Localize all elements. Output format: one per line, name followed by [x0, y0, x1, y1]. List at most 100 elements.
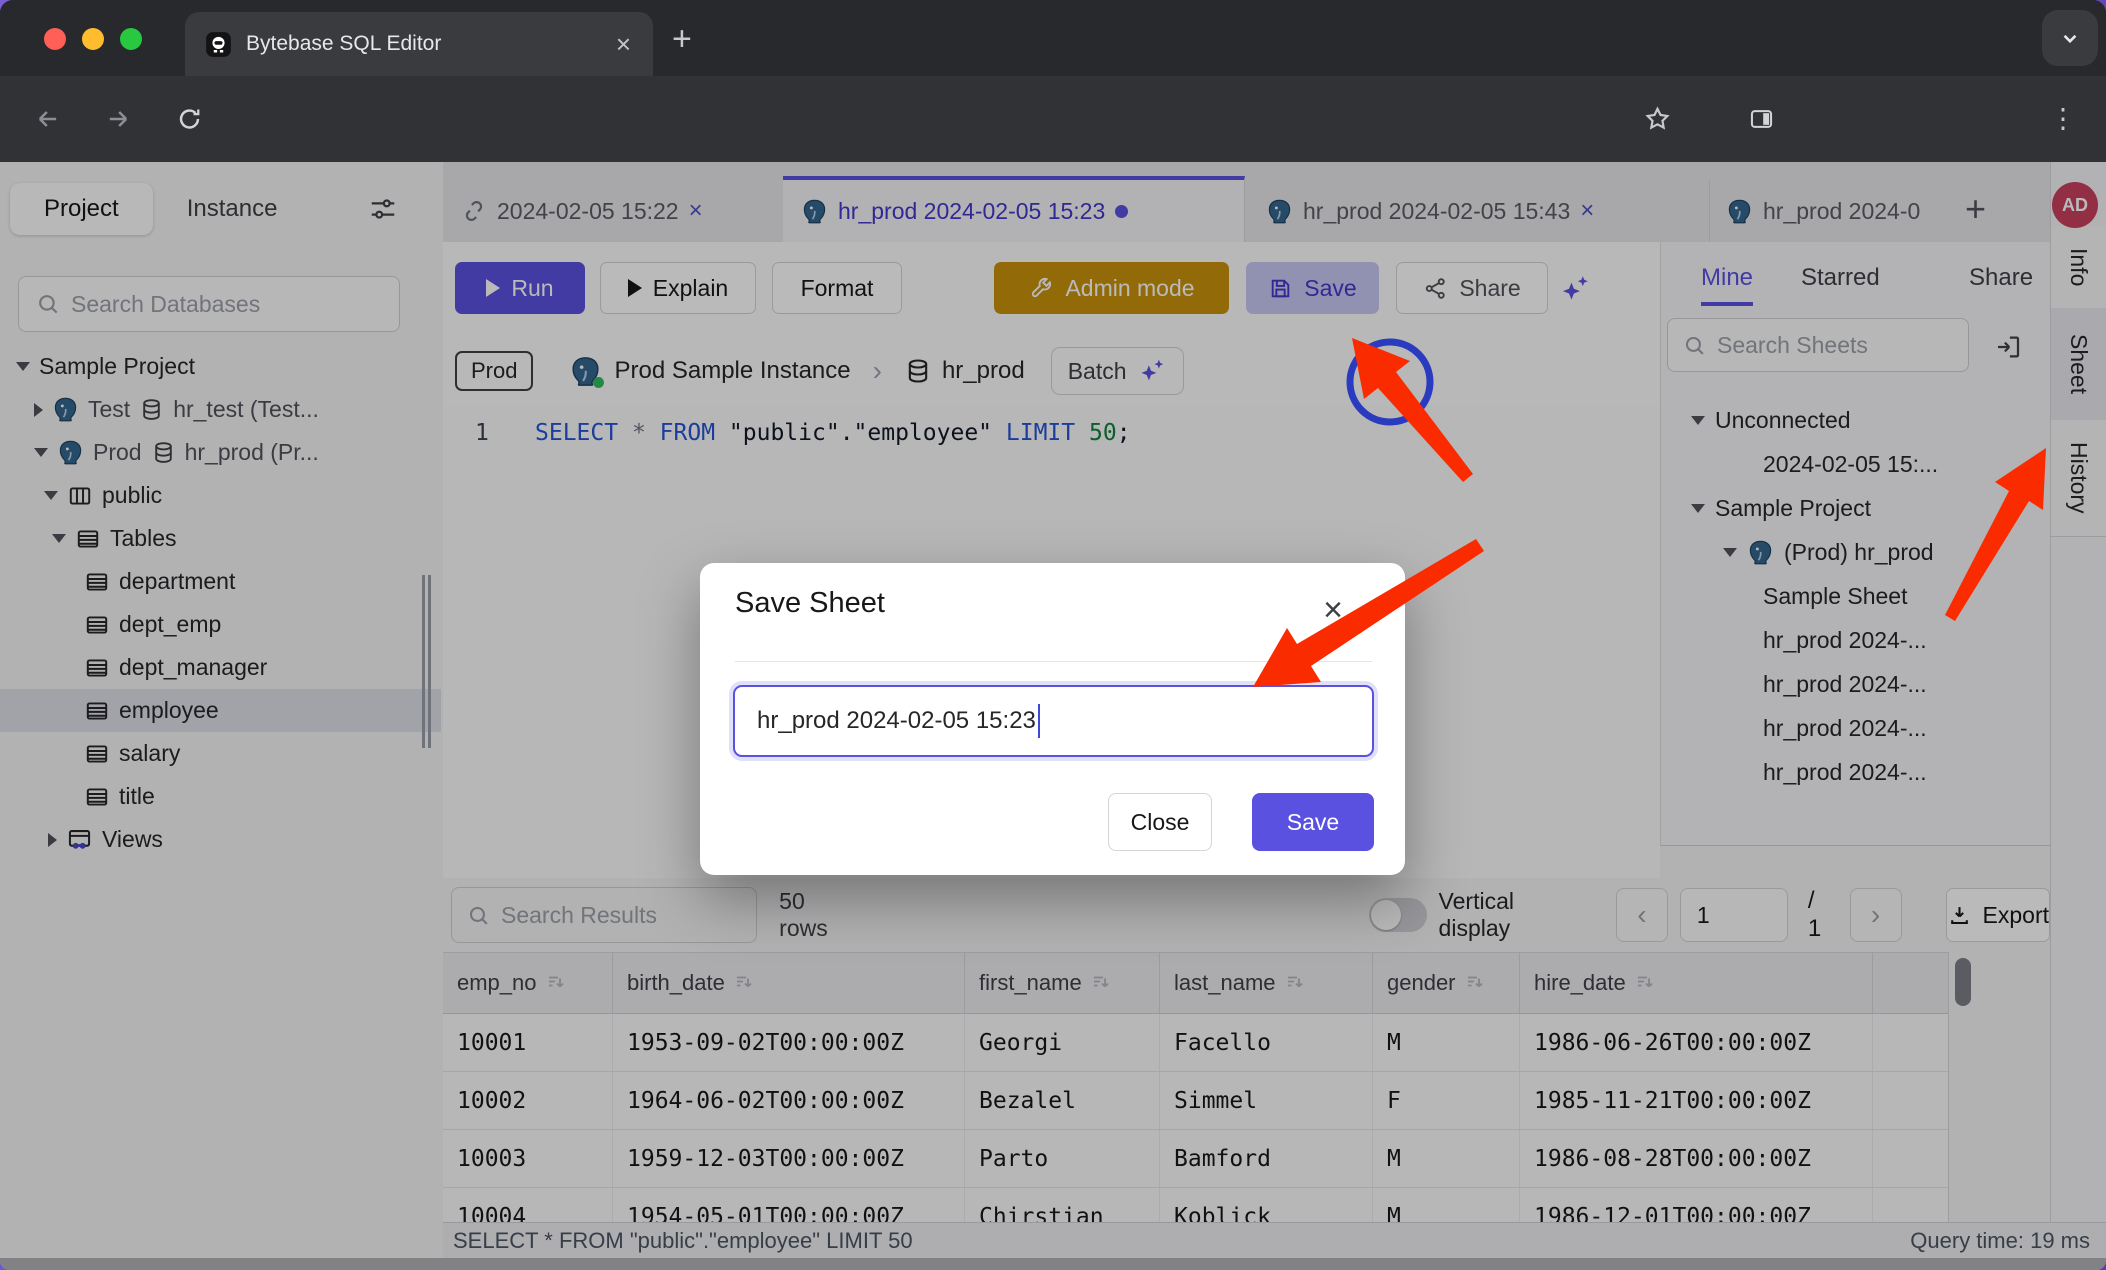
column-header[interactable]: hire_date	[1520, 953, 1873, 1013]
sheet-item[interactable]: hr_prod 2024-...	[1661, 750, 2106, 794]
side-panel-icon[interactable]	[1748, 106, 1775, 133]
prev-page-button[interactable]: ‹	[1616, 888, 1668, 942]
sort-icon[interactable]	[1284, 971, 1308, 995]
tree-item-department[interactable]: department	[0, 560, 441, 603]
editor-tab-3[interactable]: hr_prod 2024-02-05 15:43 ×	[1248, 180, 1710, 242]
sheet-item[interactable]: hr_prod 2024-...	[1661, 618, 2106, 662]
rail-tab-sheet[interactable]: Sheet	[2051, 308, 2106, 421]
tree-item-sample-project[interactable]: Sample Project	[0, 345, 441, 388]
sort-icon[interactable]	[1464, 971, 1488, 995]
instance-name[interactable]: Prod Sample Instance	[614, 357, 850, 385]
table-row[interactable]: 100011953-09-02T00:00:00ZGeorgiFacelloM1…	[443, 1014, 1948, 1072]
search-results-input[interactable]: Search Results	[451, 887, 757, 943]
page-number-input[interactable]	[1680, 888, 1788, 942]
tree-item-salary[interactable]: salary	[0, 732, 441, 775]
editor-tab-2-active[interactable]: hr_prod 2024-02-05 15:23	[783, 176, 1245, 242]
format-button[interactable]: Format	[772, 262, 902, 314]
sort-icon[interactable]	[1090, 971, 1114, 995]
back-icon[interactable]	[34, 105, 62, 133]
postgres-icon	[1726, 198, 1753, 225]
table-row[interactable]: 100041954-05-01T00:00:00ZChirstianKoblic…	[443, 1188, 1948, 1222]
tab-share[interactable]: Share	[1969, 264, 2033, 292]
share-button[interactable]: Share	[1396, 262, 1548, 314]
sheet-connection[interactable]: (Prod) hr_prod	[1661, 530, 2106, 574]
sheet-group-unconnected[interactable]: Unconnected	[1661, 398, 2081, 442]
save-confirm-button[interactable]: Save	[1252, 793, 1374, 851]
sort-icon[interactable]	[733, 971, 757, 995]
tab-instance[interactable]: Instance	[153, 183, 312, 235]
caret-down-icon	[44, 491, 58, 500]
macos-minimize-button[interactable]	[82, 28, 104, 50]
batch-button[interactable]: Batch	[1051, 347, 1184, 395]
table-row[interactable]: 100031959-12-03T00:00:00ZPartoBamfordM19…	[443, 1130, 1948, 1188]
close-button[interactable]: Close	[1108, 793, 1212, 851]
table-icon	[84, 655, 110, 681]
column-header[interactable]: emp_no	[443, 953, 613, 1013]
text-caret	[1038, 704, 1040, 738]
reload-icon[interactable]	[176, 106, 203, 133]
sort-icon[interactable]	[545, 971, 569, 995]
macos-close-button[interactable]	[44, 28, 66, 50]
run-button[interactable]: Run	[455, 262, 585, 314]
admin-mode-button[interactable]: Admin mode	[994, 262, 1229, 314]
sidebar-resize-handle[interactable]	[422, 575, 434, 748]
tree-item-test-hr-test[interactable]: Testhr_test (Test...	[0, 388, 441, 431]
save-button[interactable]: Save	[1246, 262, 1379, 314]
add-tab-icon[interactable]: +	[1965, 188, 1986, 230]
line-number: 1	[475, 420, 489, 446]
tab-search-button[interactable]	[2042, 10, 2098, 66]
tree-item-employee[interactable]: employee	[0, 689, 441, 732]
rail-tab-history[interactable]: History	[2051, 420, 2106, 537]
search-sheets-input[interactable]: Search Sheets	[1667, 318, 1969, 372]
tab-project[interactable]: Project	[10, 183, 153, 235]
forward-icon[interactable]	[104, 105, 132, 133]
tab-mine[interactable]: Mine	[1701, 264, 1753, 306]
user-avatar[interactable]: AD	[2052, 182, 2098, 228]
editor-tab-1[interactable]: 2024-02-05 15:22 ×	[443, 180, 785, 242]
search-databases-input[interactable]: Search Databases	[18, 276, 400, 332]
sheet-group-project[interactable]: Sample Project	[1661, 486, 2081, 530]
explain-button[interactable]: Explain	[600, 262, 756, 314]
sheet-item[interactable]: hr_prod 2024-...	[1661, 662, 2106, 706]
close-tab-icon[interactable]: ×	[1580, 197, 1594, 225]
play-icon	[628, 279, 642, 297]
sort-icon[interactable]	[1634, 971, 1658, 995]
sheet-item[interactable]: Sample Sheet⋯	[1661, 574, 2106, 618]
tree-item-dept-manager[interactable]: dept_manager	[0, 646, 441, 689]
tree-item-prod-hr-prod[interactable]: Prodhr_prod (Pr...	[0, 431, 441, 474]
tree-item-public[interactable]: public	[0, 474, 441, 517]
vertical-display-toggle[interactable]	[1369, 898, 1427, 932]
tree-item-views[interactable]: Views	[0, 818, 441, 861]
table-row[interactable]: 100021964-06-02T00:00:00ZBezalelSimmelF1…	[443, 1072, 1948, 1130]
rail-tab-info[interactable]: Info	[2051, 226, 2106, 309]
filter-sliders-icon[interactable]	[368, 194, 398, 224]
tree-item-title[interactable]: title	[0, 775, 441, 818]
next-page-button[interactable]: ›	[1850, 888, 1902, 942]
macos-zoom-button[interactable]	[120, 28, 142, 50]
browser-tab[interactable]: Bytebase SQL Editor ×	[185, 12, 653, 76]
browser-tab-close-icon[interactable]: ×	[616, 31, 631, 57]
export-button[interactable]: Export	[1946, 888, 2050, 942]
sheet-name-input[interactable]: hr_prod 2024-02-05 15:23	[733, 685, 1374, 757]
bookmark-star-icon[interactable]	[1643, 105, 1672, 134]
column-header[interactable]: last_name	[1160, 953, 1373, 1013]
browser-menu-icon[interactable]: ⋮	[2048, 106, 2078, 133]
tree-item-dept-emp[interactable]: dept_emp	[0, 603, 441, 646]
new-tab-icon[interactable]: +	[672, 22, 692, 56]
close-tab-icon[interactable]: ×	[689, 197, 703, 225]
column-header[interactable]: first_name	[965, 953, 1160, 1013]
sheet-item[interactable]: hr_prod 2024-...	[1661, 706, 2106, 750]
sheet-item[interactable]: 2024-02-05 15:...	[1661, 442, 2106, 486]
column-header[interactable]: gender	[1373, 953, 1520, 1013]
tab-starred[interactable]: Starred	[1801, 264, 1880, 292]
column-header[interactable]: birth_date	[613, 953, 965, 1013]
import-sheet-icon[interactable]	[1993, 332, 2023, 362]
ai-sparkles-icon[interactable]	[1558, 272, 1592, 306]
editor-tab-4[interactable]: hr_prod 2024-0	[1708, 180, 1990, 242]
table-scrollbar[interactable]	[1955, 958, 1971, 1006]
browser-window: Bytebase SQL Editor × + localhost:8080/s…	[0, 0, 2106, 1270]
database-name[interactable]: hr_prod	[942, 357, 1025, 385]
tree-item-tables[interactable]: Tables	[0, 517, 441, 560]
dialog-close-icon[interactable]: ×	[1323, 593, 1343, 627]
vertical-display-label: Vertical display	[1439, 888, 1586, 942]
